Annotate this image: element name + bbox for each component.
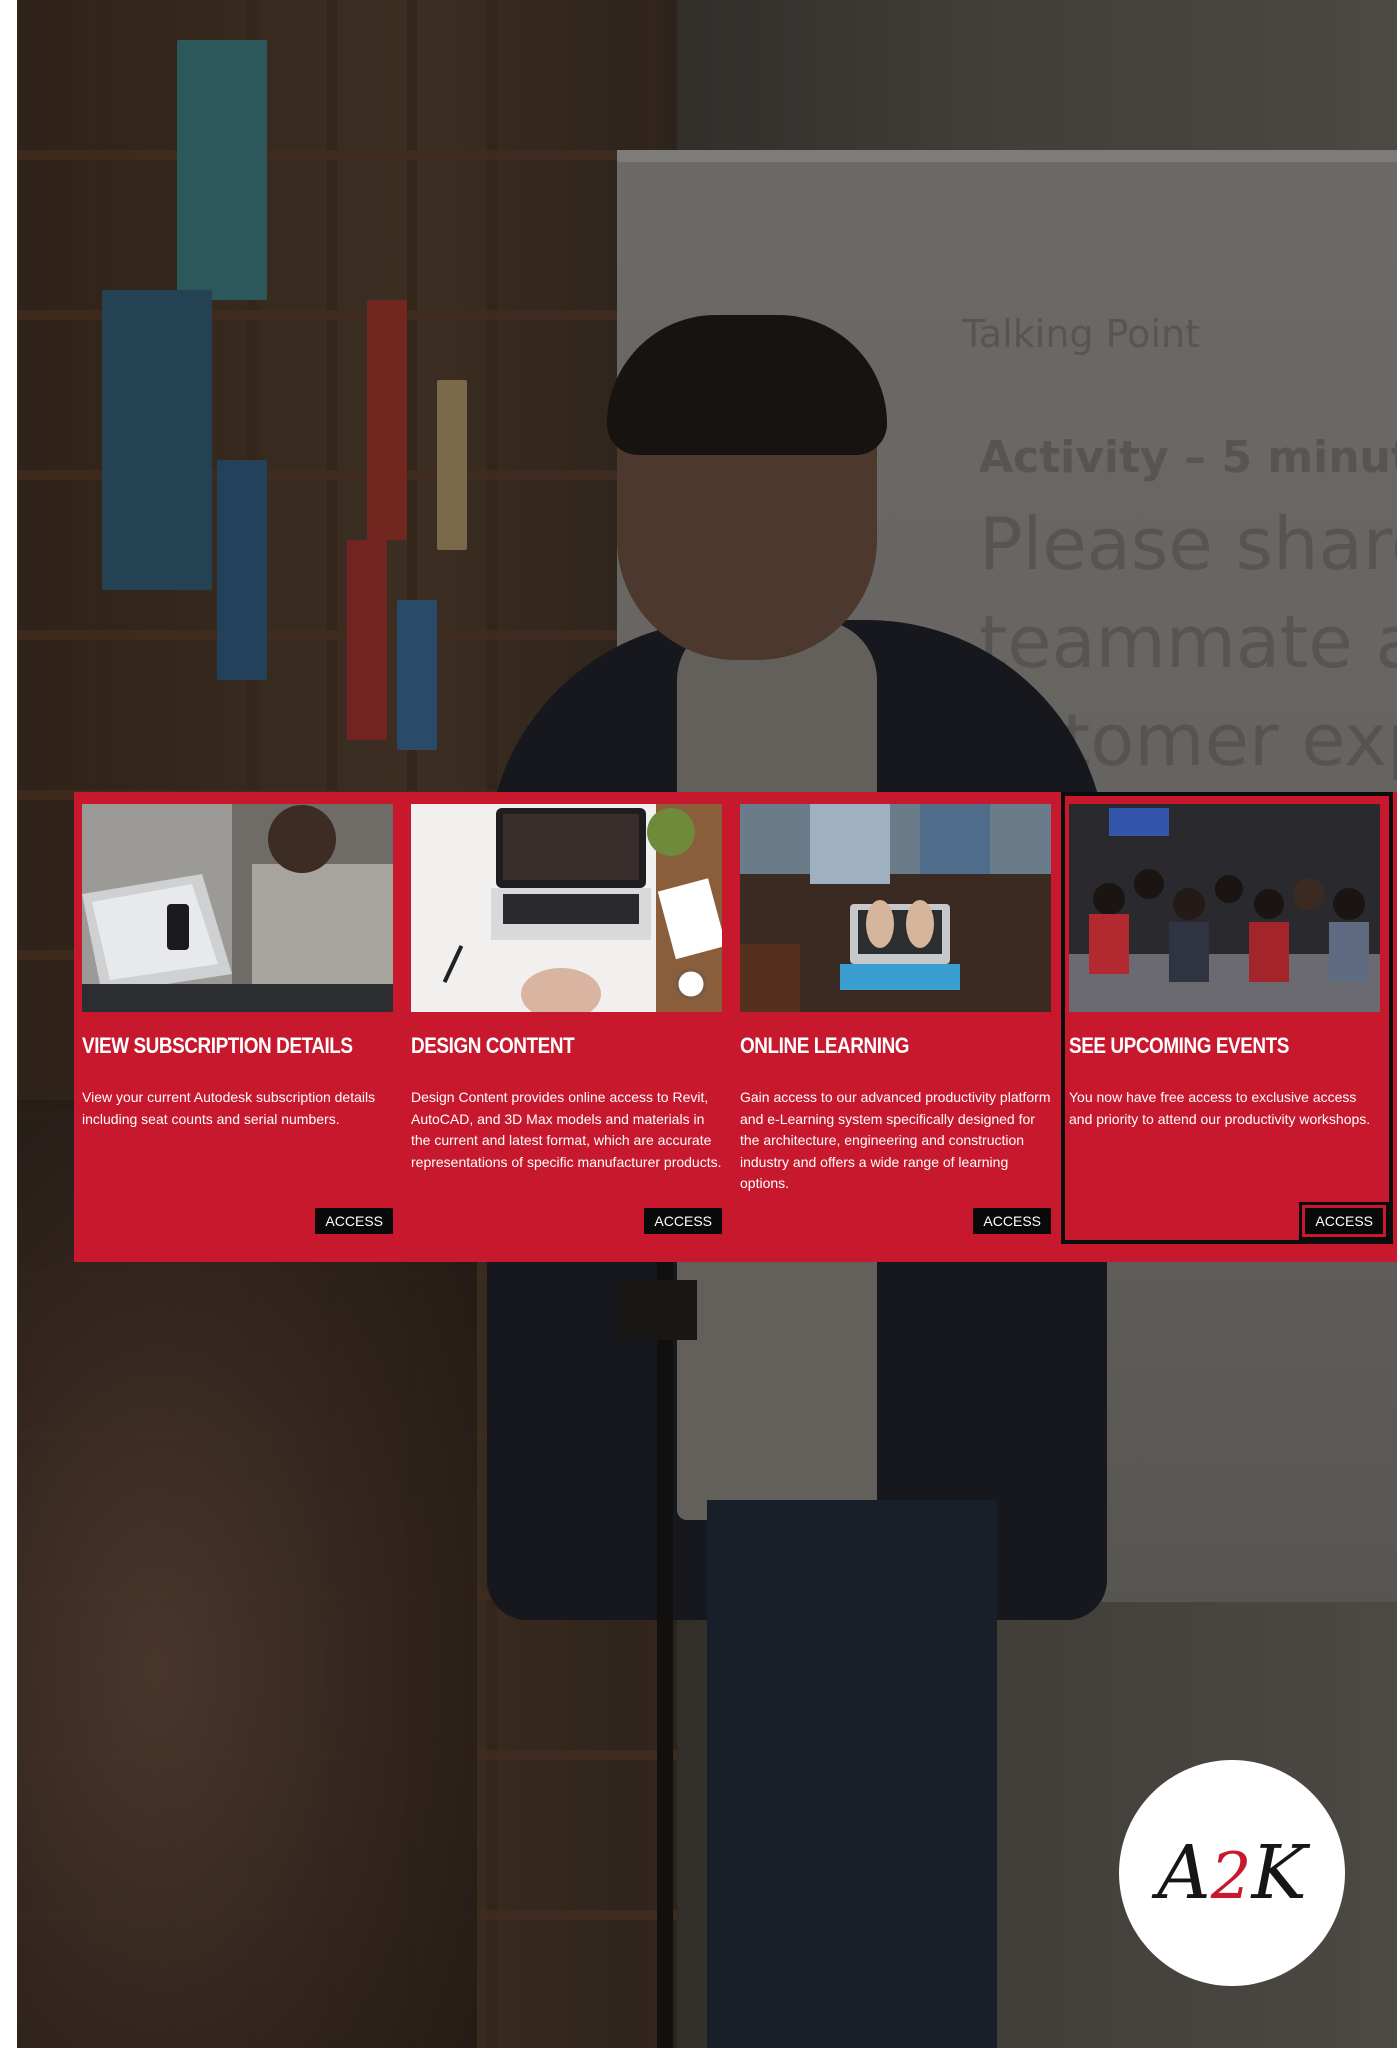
card-description: View your current Autodesk subscription … — [82, 1089, 376, 1127]
card-description: Gain access to our advanced productivity… — [740, 1089, 1051, 1191]
card-description: Design Content provides online access to… — [411, 1089, 722, 1170]
card-online-learning: ONLINE LEARNING Gain access to our advan… — [732, 792, 1061, 1262]
card-title: SEE UPCOMING EVENTS — [1069, 1033, 1289, 1058]
access-button[interactable]: ACCESS — [315, 1208, 393, 1234]
card-title: VIEW SUBSCRIPTION DETAILS — [82, 1033, 353, 1058]
workshop-audience-photo — [1069, 804, 1380, 1012]
card-view-subscription: VIEW SUBSCRIPTION DETAILS View your curr… — [74, 792, 403, 1262]
card-title: ONLINE LEARNING — [740, 1033, 910, 1058]
feature-strip: VIEW SUBSCRIPTION DETAILS View your curr… — [74, 792, 1397, 1262]
a2k-logo: A2K — [1119, 1760, 1345, 1986]
laptop-phone-user-photo — [82, 804, 393, 1012]
page: Talking Point Activity – 5 minut Please … — [17, 0, 1397, 2048]
desk-laptop-topdown-photo — [411, 804, 722, 1012]
hands-on-laptop-photo — [740, 804, 1051, 1012]
card-title: DESIGN CONTENT — [411, 1033, 575, 1058]
card-design-content: DESIGN CONTENT Design Content provides o… — [403, 792, 732, 1262]
logo-wordmark: A2K — [1157, 1830, 1307, 1916]
access-button[interactable]: ACCESS — [973, 1208, 1051, 1234]
card-description: You now have free access to exclusive ac… — [1069, 1089, 1371, 1127]
access-button[interactable]: ACCESS — [1299, 1202, 1389, 1240]
access-button[interactable]: ACCESS — [644, 1208, 722, 1234]
card-upcoming-events: SEE UPCOMING EVENTS You now have free ac… — [1061, 792, 1393, 1244]
